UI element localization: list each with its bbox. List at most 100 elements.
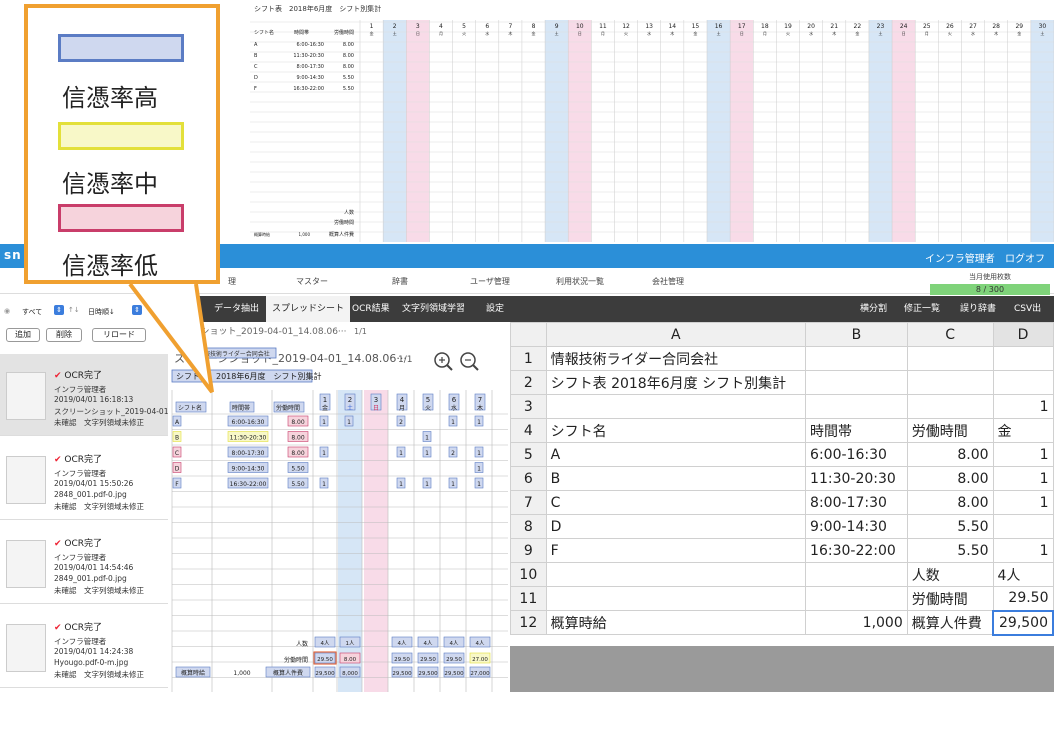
cell-b[interactable] bbox=[805, 562, 908, 587]
cell-c[interactable] bbox=[906, 394, 994, 419]
cell-a[interactable] bbox=[545, 562, 807, 587]
cell-d[interactable]: 29.50 bbox=[992, 586, 1054, 611]
cell-b[interactable]: 6:00-16:30 bbox=[805, 442, 908, 467]
status-filter[interactable]: すべて bbox=[22, 307, 42, 317]
cell-b[interactable]: 16:30-22:00 bbox=[805, 538, 908, 563]
cell-d[interactable] bbox=[992, 370, 1054, 395]
split-horizontal-button[interactable]: 横分割 bbox=[854, 296, 893, 322]
tab-settings[interactable]: 設定 bbox=[480, 296, 510, 322]
cell-d[interactable]: 4人 bbox=[992, 562, 1054, 587]
cell-b[interactable] bbox=[805, 370, 908, 395]
cell-c[interactable] bbox=[906, 346, 994, 371]
document-thumbnail[interactable] bbox=[6, 456, 46, 504]
filter-dropdown-icon[interactable]: ⇕ bbox=[54, 305, 64, 315]
add-button[interactable]: 追加 bbox=[6, 328, 40, 342]
row-number[interactable]: 5 bbox=[510, 442, 547, 467]
sort-direction-icon[interactable]: ↑↓ bbox=[68, 306, 80, 314]
logoff-button[interactable]: ログオフ bbox=[1005, 250, 1045, 265]
document-date: 2019/04/01 15:50:26 bbox=[54, 479, 134, 488]
cell-c[interactable]: 8.00 bbox=[906, 442, 994, 467]
cell-a[interactable]: 情報技術ライダー合同会社 bbox=[545, 346, 807, 371]
cell-b[interactable]: 時間帯 bbox=[805, 418, 908, 443]
cell-a[interactable] bbox=[545, 394, 807, 419]
cell-b[interactable]: 9:00-14:30 bbox=[805, 514, 908, 539]
cell-b[interactable] bbox=[805, 394, 908, 419]
ocr-mark-value: 1 bbox=[425, 450, 429, 457]
cell-c[interactable]: 5.50 bbox=[906, 514, 994, 539]
cell-d[interactable] bbox=[992, 346, 1054, 371]
row-number[interactable]: 6 bbox=[510, 466, 547, 491]
document-list-item[interactable]: ✔ OCR完了 インフラ管理者 2019/04/01 15:50:26 2848_00… bbox=[0, 438, 168, 520]
preview-weekday: 土 bbox=[879, 30, 883, 36]
cell-a[interactable]: シフト名 bbox=[545, 418, 807, 443]
delete-button[interactable]: 削除 bbox=[46, 328, 82, 342]
cell-c[interactable]: 8.00 bbox=[906, 466, 994, 491]
current-user[interactable]: インフラ管理者 bbox=[925, 250, 995, 265]
error-dictionary-button[interactable]: 誤り辞書 bbox=[954, 296, 1002, 322]
cell-b[interactable]: 8:00-17:30 bbox=[805, 490, 908, 515]
row-number[interactable]: 8 bbox=[510, 514, 547, 539]
cell-d[interactable]: 1 bbox=[992, 394, 1054, 419]
row-number[interactable]: 11 bbox=[510, 586, 547, 611]
row-number[interactable]: 1 bbox=[510, 346, 547, 371]
cell-c[interactable]: 人数 bbox=[906, 562, 994, 587]
menu-item-dictionary[interactable]: 辞書 bbox=[392, 276, 408, 287]
menu-item-users[interactable]: ユーザ管理 bbox=[470, 276, 510, 287]
row-number[interactable]: 7 bbox=[510, 490, 547, 515]
tab-spreadsheet[interactable]: スプレッドシート bbox=[266, 296, 351, 322]
cell-c[interactable] bbox=[906, 370, 994, 395]
cell-d[interactable]: 1 bbox=[992, 538, 1054, 563]
tab-text-region-learning[interactable]: 文字列領域学習 bbox=[396, 296, 471, 322]
cell-d[interactable]: 1 bbox=[992, 442, 1054, 467]
cell-d[interactable] bbox=[992, 514, 1054, 539]
cell-c[interactable]: 労働時間 bbox=[906, 418, 994, 443]
ocr-status: ✔ OCR完了 bbox=[54, 536, 102, 549]
spreadsheet-grid[interactable]: A B C D 1 情報技術ライダー合同会社 2 シフト表 2018年6月度 シフト別… bbox=[510, 322, 1054, 692]
cell-c[interactable]: 8.00 bbox=[906, 490, 994, 515]
menu-item-master[interactable]: マスター bbox=[296, 276, 328, 287]
document-list-item[interactable]: ✔ OCR完了 インフラ管理者 2019/04/01 14:54:46 2849_00… bbox=[0, 522, 168, 604]
cell-a[interactable]: C bbox=[545, 490, 807, 515]
menu-item-manage[interactable]: 理 bbox=[228, 276, 236, 287]
cell-d[interactable]: 1 bbox=[992, 490, 1054, 515]
document-thumbnail[interactable] bbox=[6, 624, 46, 672]
cell-d[interactable]: 29,500 bbox=[992, 609, 1054, 636]
row-number[interactable]: 4 bbox=[510, 418, 547, 443]
cell-a[interactable]: F bbox=[545, 538, 807, 563]
menu-item-usage[interactable]: 利用状況一覧 bbox=[556, 276, 604, 287]
cell-a[interactable]: シフト表 2018年6月度 シフト別集計 bbox=[545, 370, 807, 395]
cell-d[interactable]: 金 bbox=[992, 418, 1054, 443]
document-thumbnail[interactable] bbox=[6, 372, 46, 420]
column-header-b[interactable]: B bbox=[805, 322, 908, 347]
corner-cell[interactable] bbox=[510, 322, 547, 347]
column-header-d[interactable]: D bbox=[992, 322, 1054, 347]
cell-b[interactable]: 11:30-20:30 bbox=[805, 466, 908, 491]
row-number[interactable]: 10 bbox=[510, 562, 547, 587]
document-thumbnail[interactable] bbox=[6, 540, 46, 588]
cell-a[interactable]: 概算時給 bbox=[545, 610, 807, 635]
cell-a[interactable]: A bbox=[545, 442, 807, 467]
cell-d[interactable]: 1 bbox=[992, 466, 1054, 491]
correction-list-button[interactable]: 修正一覧 bbox=[898, 296, 946, 322]
cell-b[interactable]: 1,000 bbox=[805, 610, 908, 635]
cell-c[interactable]: 労働時間 bbox=[906, 586, 994, 611]
cell-b[interactable] bbox=[805, 586, 908, 611]
sheet-row: 9 F 16:30-22:00 5.50 1 bbox=[510, 538, 1054, 563]
csv-export-button[interactable]: CSV出力 bbox=[1008, 296, 1054, 340]
cell-a[interactable] bbox=[545, 586, 807, 611]
row-number[interactable]: 12 bbox=[510, 610, 547, 635]
row-number[interactable]: 9 bbox=[510, 538, 547, 563]
cell-a[interactable]: D bbox=[545, 514, 807, 539]
cell-a[interactable]: B bbox=[545, 466, 807, 491]
cell-b[interactable] bbox=[805, 346, 908, 371]
column-header-a[interactable]: A bbox=[545, 322, 807, 347]
tab-ocr-result[interactable]: OCR結果 bbox=[346, 296, 396, 322]
row-number[interactable]: 3 bbox=[510, 394, 547, 419]
document-list-item[interactable]: ✔ OCR完了 インフラ管理者 2019/04/01 14:24:38 Hyougo.… bbox=[0, 606, 168, 688]
row-number[interactable]: 2 bbox=[510, 370, 547, 395]
cell-c[interactable]: 5.50 bbox=[906, 538, 994, 563]
menu-item-company[interactable]: 会社管理 bbox=[652, 276, 684, 287]
cell-c[interactable]: 概算人件費 bbox=[906, 610, 994, 635]
column-header-c[interactable]: C bbox=[906, 322, 994, 347]
eye-icon[interactable]: ◉ bbox=[4, 307, 10, 315]
